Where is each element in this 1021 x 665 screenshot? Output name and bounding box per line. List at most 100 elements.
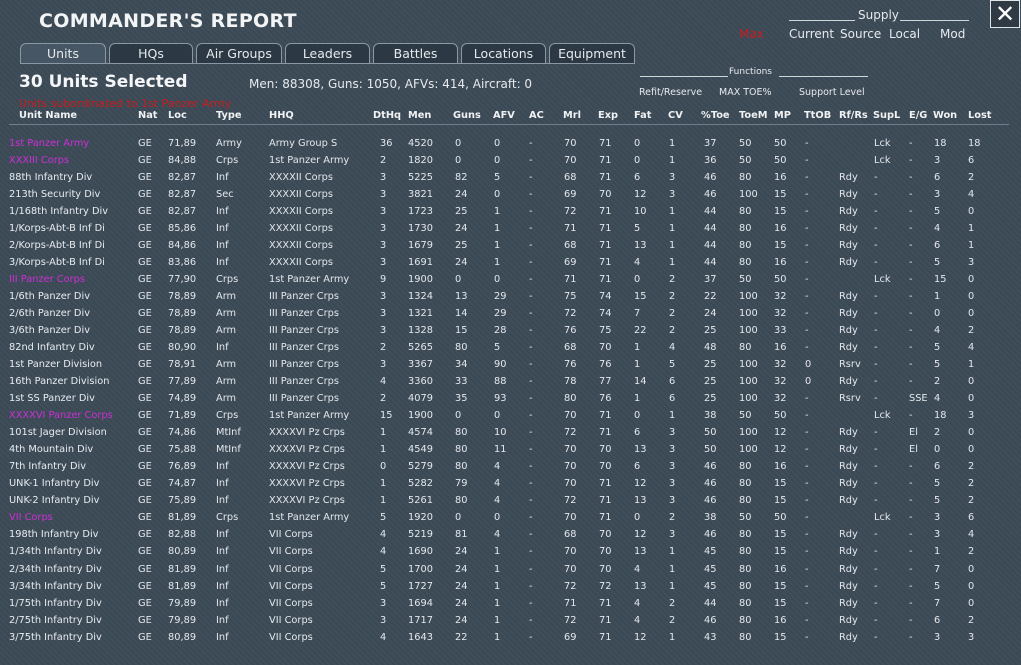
table-row[interactable]: UNK-2 Infantry Div GE 75,89 Inf XXXXVI Pz Cr… [0,493,1021,510]
column-header-dthq[interactable]: DtHq [373,110,401,121]
cell-nat: GE [138,461,152,473]
cell-afv: 1 [494,597,501,609]
column-header-rf-rs[interactable]: Rf/Rs [839,110,868,121]
cell-loc: 71,89 [168,410,197,422]
column-header-hhq[interactable]: HHQ [269,110,294,121]
column-header-ttob[interactable]: TtOB [804,110,831,121]
tab-equipment[interactable]: Equipment [549,43,635,64]
cell-loc: 82,88 [168,529,197,541]
column-header-lost[interactable]: Lost [968,110,992,121]
column-header-fat[interactable]: Fat [634,110,651,121]
table-row[interactable]: 1/6th Panzer Div GE 78,89 Arm III Panzer Crp… [0,289,1021,306]
cell-unit-name: 1/168th Infantry Div [9,206,109,218]
cell-won: 15 [934,274,947,286]
cell-e-g: - [909,461,913,473]
column-header-ac[interactable]: AC [529,110,544,121]
cell-loc: 81,89 [168,512,197,524]
supply-header-rule-left [789,20,855,21]
cell-hhq: XXXXII Corps [269,206,333,218]
column-header-type[interactable]: Type [216,110,242,121]
table-row[interactable]: 1/168th Infantry Div GE 82,87 Inf XXXXII Cor… [0,204,1021,221]
column-header-supl[interactable]: SupL [873,110,900,121]
table-row[interactable]: 2/Korps-Abt-B Inf Di GE 84,86 Inf XXXXII Cor… [0,238,1021,255]
column-header-e-g[interactable]: E/G [909,110,927,121]
table-row[interactable]: XXXIII Corps GE 84,88 Crps 1st Panzer Army 2 1… [0,153,1021,170]
table-row[interactable]: 1/75th Infantry Div GE 79,89 Inf VII Corps 3 1… [0,596,1021,613]
cell-fat: 13 [634,444,647,456]
table-row[interactable]: 3/6th Panzer Div GE 78,89 Arm III Panzer Crp… [0,323,1021,340]
cell-exp: 70 [599,563,612,575]
column-header-nat[interactable]: Nat [138,110,158,121]
table-row[interactable]: 1/Korps-Abt-B Inf Di GE 85,86 Inf XXXXII Cor… [0,221,1021,238]
column-header-exp[interactable]: Exp [598,110,618,121]
column-header-pct-toe[interactable]: %Toe [701,110,730,121]
tab-leaders[interactable]: Leaders [285,43,370,64]
table-row[interactable]: 213th Security Div GE 82,87 Sec XXXXII Corps… [0,187,1021,204]
column-header-loc[interactable]: Loc [168,110,187,121]
supply-option-mod[interactable]: Mod [940,27,965,41]
table-row[interactable]: 3/75th Infantry Div GE 80,89 Inf VII Corps 4 1… [0,630,1021,647]
cell-pct-toe: 45 [704,546,717,558]
table-row[interactable]: XXXXVI Panzer Corps GE 71,89 Crps 1st Panzer… [0,408,1021,425]
table-row[interactable]: 101st Jager Division GE 74,86 MtInf XXXXVI P… [0,425,1021,442]
table-row[interactable]: VII Corps GE 81,89 Crps 1st Panzer Army 5 1920… [0,510,1021,527]
table-row[interactable]: 1st SS Panzer Div GE 74,89 Arm III Panzer Cr… [0,391,1021,408]
table-row[interactable]: 1/34th Infantry Div GE 80,89 Inf VII Corps 4 1… [0,544,1021,561]
table-row[interactable]: 1st Panzer Army GE 71,89 Army Army Group S 36… [0,136,1021,153]
table-row[interactable]: 198th Infantry Div GE 82,88 Inf VII Corps 4 52… [0,527,1021,544]
column-header-mrl[interactable]: Mrl [563,110,581,121]
table-row[interactable]: 82nd Infantry Div GE 80,90 Inf III Panzer Cr… [0,340,1021,357]
cell-rf-rs: Rdy [839,495,858,507]
table-row[interactable]: 3/Korps-Abt-B Inf Di GE 83,86 Inf XXXXII Cor… [0,255,1021,272]
supply-option-current[interactable]: Current [789,27,834,41]
function-refit-reserve[interactable]: Refit/Reserve [639,87,702,98]
supply-option-source[interactable]: Source [840,27,881,41]
cell-unit-name: XXXIII Corps [9,155,70,167]
tab-hqs[interactable]: HQs [109,43,193,64]
cell-ac: - [529,580,533,592]
cell-dthq: 3 [380,189,387,201]
table-row[interactable]: 7th Infantry Div GE 76,89 Inf XXXXVI Pz Crps… [0,459,1021,476]
cell-fat: 0 [634,138,641,149]
table-row[interactable]: 2/34th Infantry Div GE 81,89 Inf VII Corps 5 1… [0,562,1021,579]
column-header-won[interactable]: Won [933,110,957,121]
cell-guns: 24 [455,189,468,201]
tab-air-groups[interactable]: Air Groups [196,43,282,64]
function-support-level[interactable]: Support Level [799,87,865,98]
table-row[interactable]: 16th Panzer Division GE 77,89 Arm III Panzer… [0,374,1021,391]
table-row[interactable]: 4th Mountain Div GE 75,88 MtInf XXXXVI Pz Cr… [0,442,1021,459]
cell-fat: 6 [634,172,641,184]
cell-ttob: - [805,393,809,405]
cell-loc: 74,87 [168,478,197,490]
table-row[interactable]: UNK-1 Infantry Div GE 74,87 Inf XXXXVI Pz Cr… [0,476,1021,493]
cell-dthq: 3 [380,597,387,609]
cell-dthq: 5 [380,563,387,575]
tab-locations[interactable]: Locations [461,43,546,64]
table-row[interactable]: 2/6th Panzer Div GE 78,89 Arm III Panzer Crp… [0,306,1021,323]
column-header-afv[interactable]: AFV [493,110,515,121]
cell-exp: 71 [599,274,612,286]
cell-ttob: - [805,155,809,167]
close-button[interactable]: ✕ [990,0,1020,28]
column-header-mp[interactable]: MP [774,110,791,121]
column-header-unit-name[interactable]: Unit Name [19,110,77,121]
tab-units[interactable]: Units [20,43,106,64]
cell-ac: - [529,444,533,456]
table-row[interactable]: III Panzer Corps GE 77,90 Crps 1st Panzer Ar… [0,272,1021,289]
cell-mp: 33 [774,325,787,337]
cell-mp: 32 [774,393,787,405]
tab-battles[interactable]: Battles [373,43,458,64]
cell-unit-name: 3/75th Infantry Div [9,631,102,643]
supply-option-max[interactable]: Max [739,27,764,41]
supply-option-local[interactable]: Local [889,27,920,41]
column-header-guns[interactable]: Guns [453,110,481,121]
table-row[interactable]: 88th Infantry Div GE 82,87 Inf XXXXII Corps 3… [0,170,1021,187]
table-row[interactable]: 3/34th Infantry Div GE 81,89 Inf VII Corps 5 1… [0,579,1021,596]
column-header-men[interactable]: Men [408,110,431,121]
column-header-cv[interactable]: CV [668,110,683,121]
function-max-toe[interactable]: MAX TOE% [719,87,772,98]
cell-type: Inf [216,495,229,507]
table-row[interactable]: 2/75th Infantry Div GE 79,89 Inf VII Corps 3 1… [0,613,1021,630]
column-header-toem[interactable]: ToeM [739,110,768,121]
table-row[interactable]: 1st Panzer Division GE 78,91 Arm III Panzer … [0,357,1021,374]
